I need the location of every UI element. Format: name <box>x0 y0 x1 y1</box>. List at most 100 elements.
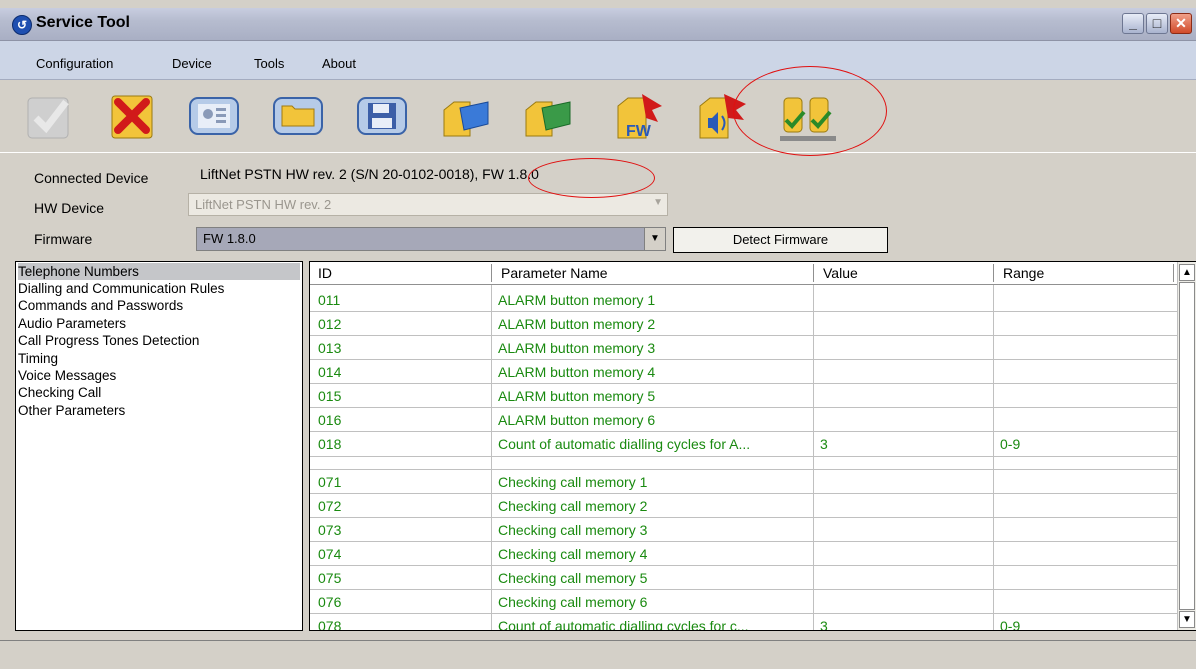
scroll-up-arrow-icon[interactable]: ▲ <box>1179 264 1195 281</box>
table-row[interactable]: 073 Checking call memory 3 <box>310 518 1180 542</box>
disconnect-button[interactable] <box>104 88 160 144</box>
svg-text:FW: FW <box>626 123 652 140</box>
cell-id[interactable]: 012 <box>318 316 488 332</box>
table-row[interactable]: 072 Checking call memory 2 <box>310 494 1180 518</box>
cell-name[interactable]: Checking call memory 1 <box>498 474 808 490</box>
column-divider[interactable] <box>491 264 492 282</box>
category-item-other-parameters[interactable]: Other Parameters <box>18 402 125 419</box>
table-row[interactable]: 013 ALARM button memory 3 <box>310 336 1180 360</box>
title-bar[interactable]: ↺ Service Tool _ □ ✕ <box>0 8 1196 41</box>
column-header-value[interactable]: Value <box>823 265 858 281</box>
close-button[interactable]: ✕ <box>1170 13 1192 34</box>
cell-name[interactable]: ALARM button memory 1 <box>498 292 808 308</box>
menu-configuration[interactable]: Configuration <box>36 56 113 71</box>
cell-name[interactable]: Count of automatic dialling cycles for c… <box>498 618 808 630</box>
table-row-spacer[interactable] <box>310 457 1180 470</box>
upload-to-device-button[interactable] <box>438 88 494 144</box>
table-row[interactable]: 074 Checking call memory 4 <box>310 542 1180 566</box>
annotation-circle-firmware <box>528 158 655 198</box>
category-item-checking-call[interactable]: Checking Call <box>18 384 101 401</box>
cell-name[interactable]: ALARM button memory 4 <box>498 364 808 380</box>
table-row[interactable]: 078 Count of automatic dialling cycles fo… <box>310 614 1180 630</box>
cell-id[interactable]: 076 <box>318 594 488 610</box>
cell-name[interactable]: Checking call memory 2 <box>498 498 808 514</box>
download-from-device-icon <box>525 101 571 137</box>
table-row[interactable]: 015 ALARM button memory 5 <box>310 384 1180 408</box>
maximize-button[interactable]: □ <box>1146 13 1168 34</box>
cell-id[interactable]: 075 <box>318 570 488 586</box>
cell-name[interactable]: ALARM button memory 6 <box>498 412 808 428</box>
save-disk-icon <box>357 97 407 135</box>
cell-id[interactable]: 074 <box>318 546 488 562</box>
cell-name[interactable]: ALARM button memory 2 <box>498 316 808 332</box>
checkmark-disabled-icon <box>27 97 69 139</box>
cell-id[interactable]: 015 <box>318 388 488 404</box>
cell-name[interactable]: Checking call memory 5 <box>498 570 808 586</box>
cell-range[interactable]: 0-9 <box>1000 436 1170 452</box>
firmware-value: FW 1.8.0 <box>203 231 256 246</box>
firmware-select[interactable]: FW 1.8.0 ▼ <box>196 227 666 251</box>
firmware-update-icon: FW <box>617 94 662 140</box>
cell-name[interactable]: Checking call memory 3 <box>498 522 808 538</box>
table-row[interactable]: 018 Count of automatic dialling cycles fo… <box>310 432 1180 457</box>
column-divider[interactable] <box>1173 264 1174 282</box>
cell-name[interactable]: ALARM button memory 3 <box>498 340 808 356</box>
cell-name[interactable]: Count of automatic dialling cycles for A… <box>498 436 808 452</box>
cell-value[interactable]: 3 <box>820 436 990 452</box>
column-header-range[interactable]: Range <box>1003 265 1044 281</box>
category-item-telephone-numbers[interactable]: Telephone Numbers <box>18 263 300 280</box>
window-title: Service Tool <box>36 14 130 31</box>
column-header-parameter-name[interactable]: Parameter Name <box>501 265 608 281</box>
device-settings-button[interactable] <box>186 88 242 144</box>
cell-range[interactable]: 0-9 <box>1000 618 1170 630</box>
detect-firmware-button[interactable]: Detect Firmware <box>673 227 888 253</box>
menu-about[interactable]: About <box>322 56 356 71</box>
cell-name[interactable]: ALARM button memory 5 <box>498 388 808 404</box>
category-item-call-progress-tones[interactable]: Call Progress Tones Detection <box>18 332 199 349</box>
apply-button[interactable] <box>22 88 78 144</box>
table-row[interactable]: 075 Checking call memory 5 <box>310 566 1180 590</box>
cell-name[interactable]: Checking call memory 6 <box>498 594 808 610</box>
column-line <box>491 285 492 630</box>
menu-tools[interactable]: Tools <box>254 56 284 71</box>
download-from-device-button[interactable] <box>520 88 576 144</box>
save-button[interactable] <box>354 88 410 144</box>
cell-id[interactable]: 018 <box>318 436 488 452</box>
cell-id[interactable]: 078 <box>318 618 488 630</box>
column-divider[interactable] <box>813 264 814 282</box>
category-item-audio-parameters[interactable]: Audio Parameters <box>18 315 126 332</box>
column-divider[interactable] <box>993 264 994 282</box>
table-row[interactable]: 014 ALARM button memory 4 <box>310 360 1180 384</box>
cell-name[interactable]: Checking call memory 4 <box>498 546 808 562</box>
table-row[interactable]: 012 ALARM button memory 2 <box>310 312 1180 336</box>
cell-id[interactable]: 072 <box>318 498 488 514</box>
table-row[interactable]: 011 ALARM button memory 1 <box>310 288 1180 312</box>
scroll-thumb[interactable] <box>1179 282 1195 610</box>
category-item-commands-passwords[interactable]: Commands and Passwords <box>18 297 183 314</box>
scroll-down-arrow-icon[interactable]: ▼ <box>1179 611 1195 628</box>
category-item-timing[interactable]: Timing <box>18 350 58 367</box>
category-item-dialling-rules[interactable]: Dialling and Communication Rules <box>18 280 224 297</box>
parameter-grid: ID Parameter Name Value Range 011 ALARM b… <box>309 261 1196 631</box>
minimize-button[interactable]: _ <box>1122 13 1144 34</box>
column-header-id[interactable]: ID <box>318 265 332 281</box>
open-button[interactable] <box>270 88 326 144</box>
cell-value[interactable]: 3 <box>820 618 990 630</box>
menu-device[interactable]: Device <box>172 56 212 71</box>
chevron-down-icon[interactable]: ▼ <box>644 228 665 250</box>
table-row[interactable]: 076 Checking call memory 6 <box>310 590 1180 614</box>
grid-scrollbar[interactable]: ▲ ▼ <box>1177 262 1196 630</box>
close-icon: ✕ <box>1175 15 1187 31</box>
table-row[interactable]: 016 ALARM button memory 6 <box>310 408 1180 432</box>
cell-id[interactable]: 071 <box>318 474 488 490</box>
firmware-update-button[interactable]: FW <box>612 88 668 144</box>
category-item-voice-messages[interactable]: Voice Messages <box>18 367 116 384</box>
cell-id[interactable]: 016 <box>318 412 488 428</box>
table-row[interactable]: 071 Checking call memory 1 <box>310 470 1180 494</box>
upload-to-device-icon <box>443 101 489 137</box>
cell-id[interactable]: 011 <box>318 292 488 308</box>
cell-id[interactable]: 014 <box>318 364 488 380</box>
chevron-down-icon: ▼ <box>653 197 663 208</box>
cell-id[interactable]: 073 <box>318 522 488 538</box>
cell-id[interactable]: 013 <box>318 340 488 356</box>
